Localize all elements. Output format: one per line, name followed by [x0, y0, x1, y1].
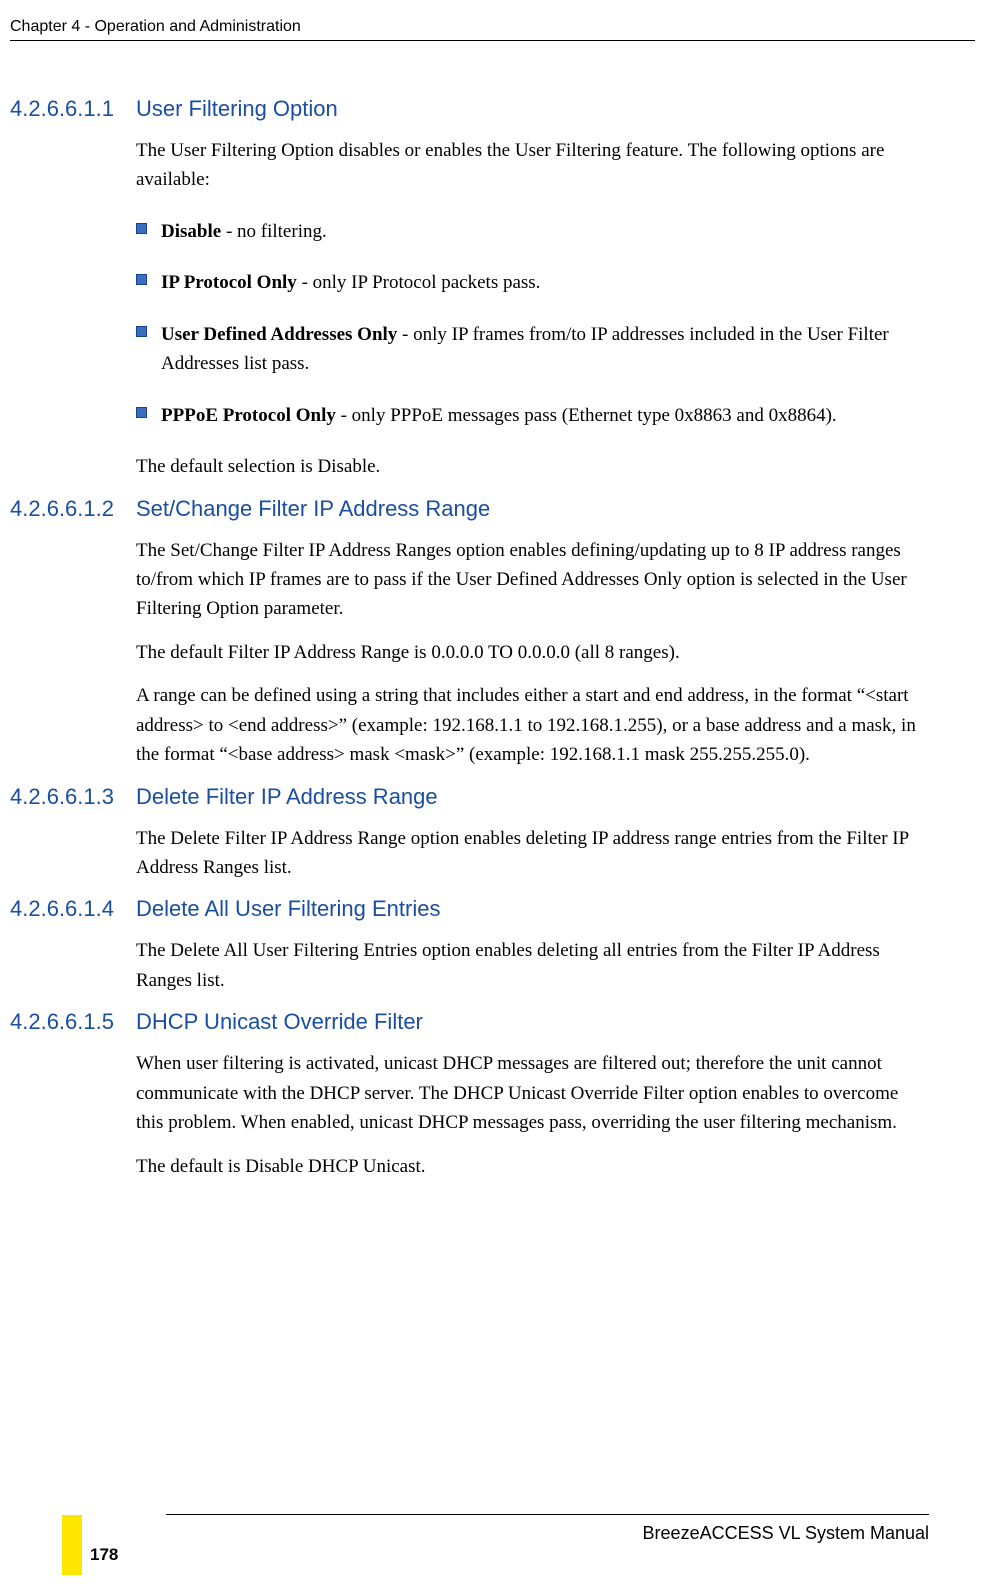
section-number: 4.2.6.6.1.1: [10, 96, 136, 122]
paragraph: The Delete All User Filtering Entries op…: [136, 936, 929, 995]
paragraph: A range can be defined using a string th…: [136, 681, 929, 769]
bullet-bold: IP Protocol Only: [161, 272, 297, 293]
section-number: 4.2.6.6.1.2: [10, 496, 136, 522]
page-header: Chapter 4 - Operation and Administration: [10, 18, 975, 41]
bullet-item: User Defined Addresses Only - only IP fr…: [136, 320, 929, 379]
section-body-5: When user filtering is activated, unicas…: [136, 1049, 929, 1181]
paragraph: The User Filtering Option disables or en…: [136, 136, 929, 195]
bullet-item: PPPoE Protocol Only - only PPPoE message…: [136, 401, 929, 430]
bullet-text: PPPoE Protocol Only - only PPPoE message…: [161, 401, 837, 430]
section-heading-3: 4.2.6.6.1.3 Delete Filter IP Address Ran…: [10, 784, 929, 810]
section-body-2: The Set/Change Filter IP Address Ranges …: [136, 536, 929, 770]
section-title: User Filtering Option: [136, 96, 338, 122]
section-number: 4.2.6.6.1.4: [10, 896, 136, 922]
paragraph: The default is Disable DHCP Unicast.: [136, 1152, 929, 1181]
section-heading-2: 4.2.6.6.1.2 Set/Change Filter IP Address…: [10, 496, 929, 522]
content: 4.2.6.6.1.1 User Filtering Option The Us…: [10, 90, 929, 1195]
footer-row: 178 BreezeACCESS VL System Manual: [10, 1523, 929, 1565]
section-heading-1: 4.2.6.6.1.1 User Filtering Option: [10, 96, 929, 122]
bullet-bold: User Defined Addresses Only: [161, 324, 397, 345]
section-title: Delete All User Filtering Entries: [136, 896, 440, 922]
bullet-icon: [136, 326, 147, 337]
page-footer: 178 BreezeACCESS VL System Manual: [10, 1514, 929, 1565]
section-title: Set/Change Filter IP Address Range: [136, 496, 490, 522]
bullet-icon: [136, 223, 147, 234]
chapter-title: Chapter 4 - Operation and Administration: [10, 18, 975, 41]
bullet-item: Disable - no filtering.: [136, 217, 929, 246]
section-number: 4.2.6.6.1.3: [10, 784, 136, 810]
paragraph: The Set/Change Filter IP Address Ranges …: [136, 536, 929, 624]
paragraph: The default Filter IP Address Range is 0…: [136, 638, 929, 667]
page-tab: [62, 1515, 82, 1575]
section-heading-5: 4.2.6.6.1.5 DHCP Unicast Override Filter: [10, 1009, 929, 1035]
bullet-rest: - no filtering.: [221, 221, 327, 242]
bullet-text: IP Protocol Only - only IP Protocol pack…: [161, 268, 540, 297]
paragraph: The Delete Filter IP Address Range optio…: [136, 824, 929, 883]
page: Chapter 4 - Operation and Administration…: [0, 0, 985, 1595]
section-heading-4: 4.2.6.6.1.4 Delete All User Filtering En…: [10, 896, 929, 922]
section-body-3: The Delete Filter IP Address Range optio…: [136, 824, 929, 883]
section-body-4: The Delete All User Filtering Entries op…: [136, 936, 929, 995]
bullet-item: IP Protocol Only - only IP Protocol pack…: [136, 268, 929, 297]
section-title: DHCP Unicast Override Filter: [136, 1009, 423, 1035]
section-number: 4.2.6.6.1.5: [10, 1009, 136, 1035]
section-body-1: The User Filtering Option disables or en…: [136, 136, 929, 482]
bullet-rest: - only IP Protocol packets pass.: [297, 272, 541, 293]
bullet-rest: - only PPPoE messages pass (Ethernet typ…: [336, 405, 837, 426]
bullet-bold: PPPoE Protocol Only: [161, 405, 336, 426]
page-number: 178: [90, 1545, 118, 1565]
paragraph: When user filtering is activated, unicas…: [136, 1049, 929, 1137]
footer-rule: [166, 1514, 929, 1515]
bullet-icon: [136, 274, 147, 285]
bullet-icon: [136, 407, 147, 418]
bullet-text: Disable - no filtering.: [161, 217, 327, 246]
section-title: Delete Filter IP Address Range: [136, 784, 438, 810]
paragraph: The default selection is Disable.: [136, 452, 929, 481]
manual-title: BreezeACCESS VL System Manual: [643, 1523, 929, 1544]
bullet-bold: Disable: [161, 221, 221, 242]
bullet-text: User Defined Addresses Only - only IP fr…: [161, 320, 925, 379]
